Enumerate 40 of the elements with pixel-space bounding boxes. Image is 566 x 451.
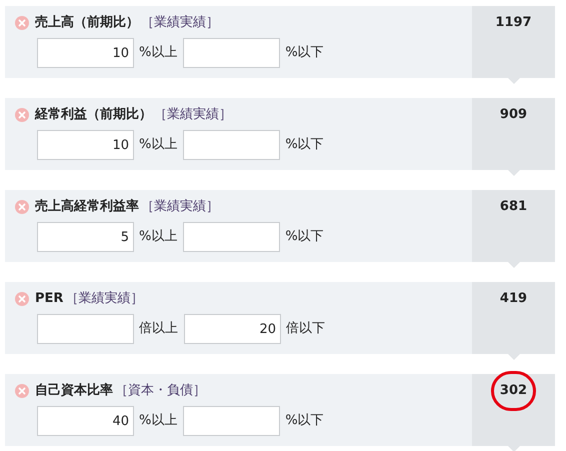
condition-title: 自己資本比率 [35, 382, 113, 400]
unit-label: %以上 [139, 136, 178, 154]
input-field[interactable] [183, 222, 280, 252]
input-field[interactable]: 10 [37, 38, 134, 68]
unit-label: %以下 [285, 412, 324, 430]
unit-label: 倍以下 [286, 320, 325, 338]
input-field[interactable] [183, 130, 280, 160]
remove-icon[interactable] [15, 200, 29, 214]
result-count: 302 [490, 371, 536, 411]
remove-icon[interactable] [15, 108, 29, 122]
unit-label: %以下 [285, 136, 324, 154]
result-count: 1197 [494, 14, 533, 32]
remove-icon[interactable] [15, 384, 29, 398]
category-label: ［資本・負債］ [115, 382, 206, 400]
input-field[interactable]: 10 [37, 130, 134, 160]
input-field[interactable] [37, 314, 134, 344]
input-field[interactable] [183, 406, 280, 436]
category-label: ［業績実績］ [154, 106, 232, 124]
condition-title: 経常利益（前期比） [35, 106, 152, 124]
condition-title: PER [35, 290, 64, 308]
result-count: 909 [498, 106, 528, 124]
unit-label: %以上 [139, 412, 178, 430]
category-label: ［業績実績］ [141, 198, 219, 216]
condition-title: 売上高（前期比） [35, 14, 139, 32]
category-label: ［業績実績］ [141, 14, 219, 32]
condition-title: 売上高経常利益率 [35, 198, 139, 216]
remove-icon[interactable] [15, 16, 29, 30]
input-field[interactable]: 5 [37, 222, 134, 252]
remove-icon[interactable] [15, 292, 29, 306]
category-label: ［業績実績］ [65, 290, 144, 308]
unit-label: %以上 [139, 44, 178, 62]
input-field[interactable]: 40 [37, 406, 134, 436]
unit-label: 倍以上 [139, 320, 178, 338]
unit-label: %以上 [139, 228, 178, 246]
input-field[interactable] [183, 38, 280, 68]
input-field[interactable]: 20 [184, 314, 281, 344]
unit-label: %以下 [285, 44, 324, 62]
result-count: 419 [498, 290, 528, 308]
result-count: 681 [498, 198, 528, 216]
unit-label: %以下 [285, 228, 324, 246]
